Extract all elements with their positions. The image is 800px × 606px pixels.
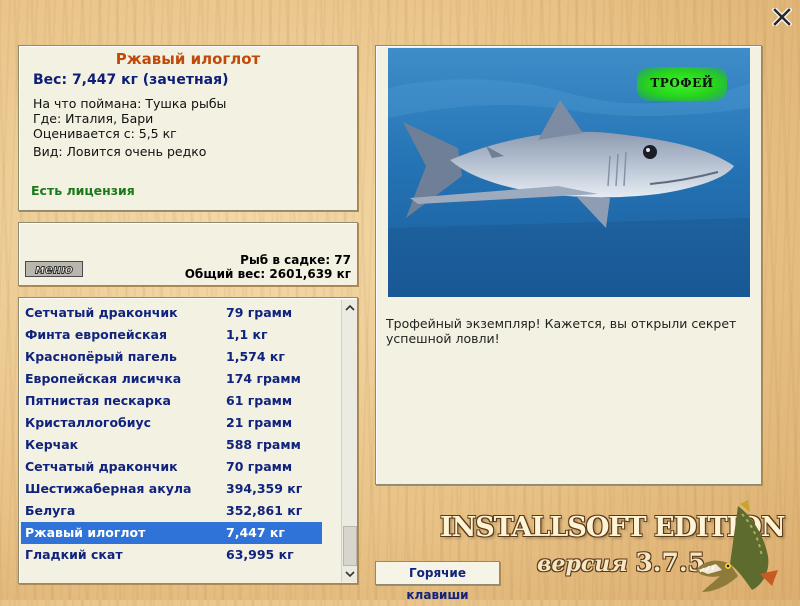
list-item-name: Пятнистая пескарка (25, 393, 171, 408)
cage-total-weight: Общий вес: 2601,639 кг (184, 267, 351, 281)
list-item[interactable]: Гладкий скат 63,995 кг (21, 544, 322, 566)
list-item-weight: 588 грамм (226, 437, 301, 452)
chevron-up-icon[interactable] (342, 300, 358, 316)
fish-name: Ржавый илоглот (115, 50, 261, 68)
list-item[interactable]: Европейская лисичка 174 грамм (21, 368, 322, 390)
list-item-name: Сетчатый дракончик (25, 305, 178, 320)
list-item[interactable]: Керчак 588 грамм (21, 434, 322, 456)
list-item-weight: 70 грамм (226, 459, 293, 474)
fish-photo: ТРОФЕЙ (388, 48, 750, 297)
fish-rarity: Вид: Ловится очень редко (33, 144, 207, 159)
fish-weight: Вес: 7,447 кг (зачетная) (33, 72, 229, 88)
list-item-weight: 7,447 кг (226, 525, 285, 540)
list-item-name: Керчак (25, 437, 79, 452)
list-item-weight: 61 грамм (226, 393, 293, 408)
cage-count: Рыб в садке: 77 (240, 253, 351, 267)
menu-button[interactable]: меню (25, 261, 83, 277)
close-icon (772, 8, 792, 26)
list-item-name: Гладкий скат (25, 547, 123, 562)
list-item[interactable]: Пятнистая пескарка 61 грамм (21, 390, 322, 412)
list-scrollbar[interactable] (341, 300, 358, 582)
list-item[interactable]: Белуга 352,861 кг (21, 500, 322, 522)
list-item-name: Краснопёрый пагель (25, 349, 177, 364)
list-item-weight: 1,574 кг (226, 349, 285, 364)
catch-message: Трофейный экземпляр! Кажется, вы открыли… (386, 316, 737, 346)
list-item[interactable]: Сетчатый дракончик 79 грамм (21, 302, 322, 324)
trophy-badge: ТРОФЕЙ (637, 67, 727, 101)
scrollbar-thumb[interactable] (343, 526, 357, 566)
version-word: версия (537, 551, 628, 577)
fish-value: Оценивается с: 5,5 кг (33, 126, 177, 141)
cage-panel: меню Рыб в садке: 77 Общий вес: 2601,639… (18, 222, 358, 286)
license-status: Есть лицензия (31, 183, 135, 198)
menu-label: меню (35, 263, 73, 277)
list-item[interactable]: Ржавый илоглот 7,447 кг (21, 522, 322, 544)
list-item-weight: 394,359 кг (226, 481, 303, 496)
fish-photo-panel: ТРОФЕЙ Трофейный экземпляр! Кажется, вы … (375, 45, 762, 485)
list-item-name: Финта европейская (25, 327, 167, 342)
list-item-weight: 352,861 кг (226, 503, 303, 518)
list-item-name: Белуга (25, 503, 76, 518)
close-button[interactable] (772, 8, 792, 26)
catch-list: Сетчатый дракончик 79 грамм Финта европейс… (18, 297, 358, 584)
fish-location: Где: Италия, Бари (33, 111, 154, 126)
version-label: версия 3.7.5 (537, 548, 705, 577)
pike-fish-icon (696, 500, 778, 592)
list-item-name: Ржавый илоглот (25, 525, 146, 540)
fish-bait: На что поймана: Тушка рыбы (33, 96, 227, 111)
list-item-weight: 174 грамм (226, 371, 301, 386)
list-item[interactable]: Кристаллогобиус 21 грамм (21, 412, 322, 434)
list-item-name: Шестижаберная акула (25, 481, 192, 496)
list-item-weight: 21 грамм (226, 415, 293, 430)
hotkeys-button[interactable]: Горячие клавиши (375, 561, 500, 602)
list-item-weight: 63,995 кг (226, 547, 294, 562)
list-item[interactable]: Краснопёрый пагель 1,574 кг (21, 346, 322, 368)
chevron-down-icon[interactable] (342, 566, 358, 582)
fish-info-panel: Ржавый илоглот Вес: 7,447 кг (зачетная) … (18, 45, 358, 211)
list-item[interactable]: Сетчатый дракончик 70 грамм (21, 456, 322, 478)
list-item-name: Кристаллогобиус (25, 415, 152, 430)
list-item-weight: 79 грамм (226, 305, 293, 320)
list-item-name: Сетчатый дракончик (25, 459, 178, 474)
trophy-label: ТРОФЕЙ (650, 76, 714, 90)
list-item-weight: 1,1 кг (226, 327, 268, 342)
list-item[interactable]: Финта европейская 1,1 кг (21, 324, 322, 346)
list-item[interactable]: Шестижаберная акула 394,359 кг (21, 478, 322, 500)
list-item-name: Европейская лисичка (25, 371, 182, 386)
